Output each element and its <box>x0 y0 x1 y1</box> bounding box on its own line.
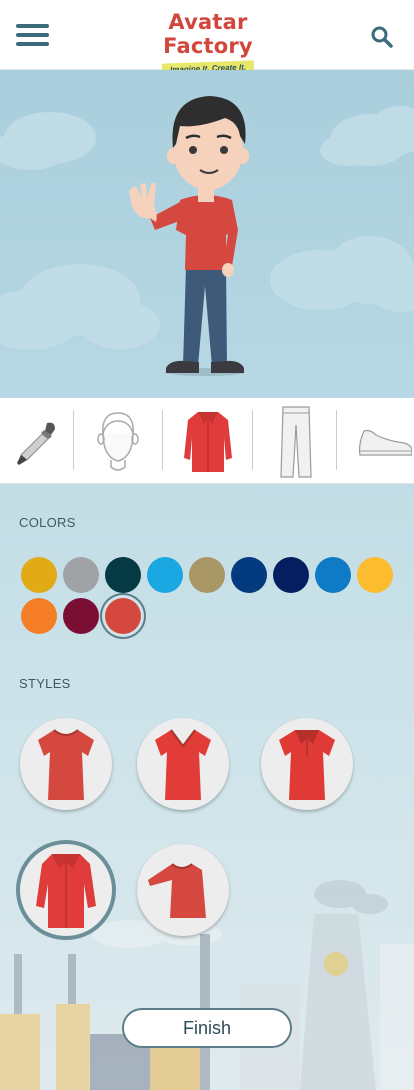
finish-button[interactable]: Finish <box>122 1008 292 1048</box>
category-head[interactable] <box>80 406 156 478</box>
app-title: Avatar Factory <box>163 10 253 58</box>
style-option-longsleeve[interactable] <box>137 844 229 936</box>
color-swatch[interactable] <box>315 557 351 593</box>
head-icon <box>97 412 139 471</box>
color-swatch[interactable] <box>63 598 99 634</box>
styles-section-label: STYLES <box>19 676 71 691</box>
color-swatch[interactable] <box>105 557 141 593</box>
category-bar <box>0 398 414 484</box>
customization-panel: COLORS STYLES Finish <box>0 484 414 1090</box>
app-logo[interactable]: Avatar Factory Imagine It. Create It. <box>148 10 268 77</box>
category-divider <box>336 410 337 470</box>
avatar-preview <box>0 70 414 398</box>
shoe-icon <box>358 429 412 456</box>
color-swatch[interactable] <box>105 598 141 634</box>
app-header: Avatar Factory Imagine It. Create It. <box>0 0 414 77</box>
hamburger-menu-icon[interactable] <box>16 24 49 46</box>
color-swatch[interactable] <box>21 598 57 634</box>
category-divider <box>162 410 163 470</box>
search-icon[interactable] <box>370 25 394 49</box>
vneck-tee-icon <box>155 729 211 800</box>
color-swatch[interactable] <box>21 557 57 593</box>
category-divider <box>73 410 74 470</box>
style-option-vneck[interactable] <box>137 718 229 810</box>
category-shirt[interactable] <box>168 406 248 478</box>
avatar-scene <box>0 96 414 376</box>
color-swatch[interactable] <box>189 557 225 593</box>
color-swatch[interactable] <box>231 557 267 593</box>
category-shoes[interactable] <box>344 406 414 478</box>
longsleeve-icon <box>148 863 206 918</box>
pants-icon <box>280 406 312 478</box>
category-pants[interactable] <box>258 406 334 478</box>
shirt-icon <box>184 412 232 472</box>
color-swatch[interactable] <box>273 557 309 593</box>
style-option-tshirt[interactable] <box>20 718 112 810</box>
tshirt-icon <box>38 729 94 800</box>
category-eyedropper[interactable] <box>2 406 70 478</box>
color-swatch[interactable] <box>357 557 393 593</box>
collared-tee-icon <box>279 730 335 800</box>
style-option-collared[interactable] <box>261 718 353 810</box>
button-shirt-icon <box>36 854 96 928</box>
category-divider <box>252 410 253 470</box>
color-swatch[interactable] <box>63 557 99 593</box>
style-option-button-shirt[interactable] <box>20 844 112 936</box>
eyedropper-icon <box>17 422 55 465</box>
colors-section-label: COLORS <box>19 515 76 530</box>
color-swatch[interactable] <box>147 557 183 593</box>
